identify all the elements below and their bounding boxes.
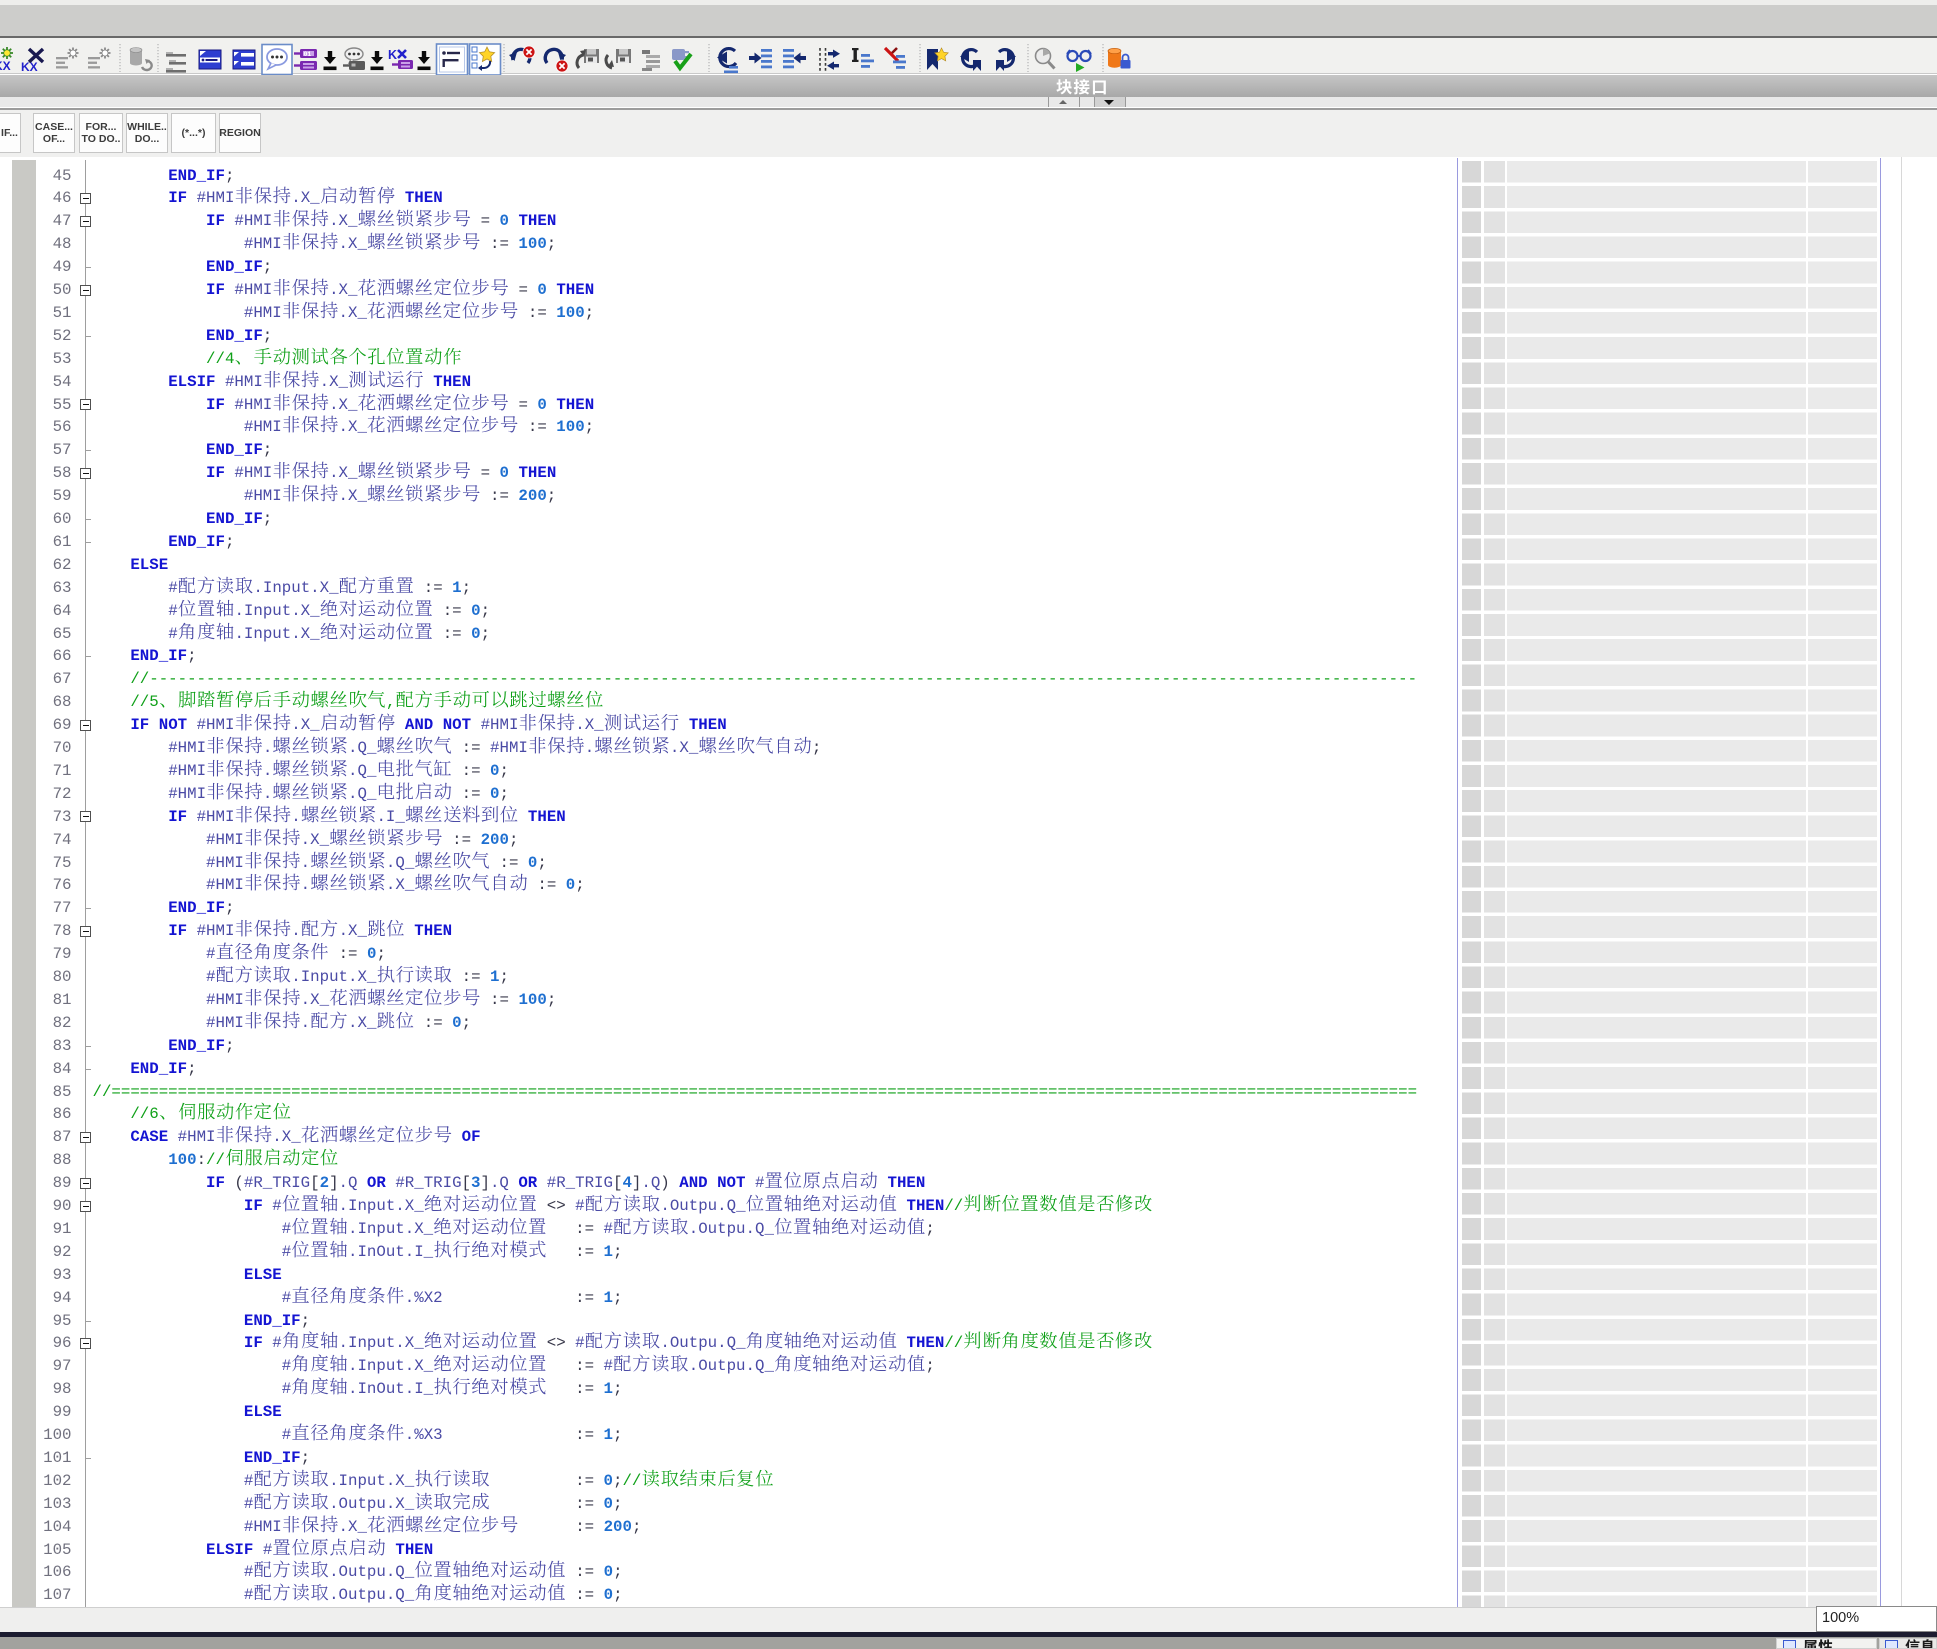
svg-text:KX: KX [0, 59, 11, 73]
svg-text:K: K [388, 48, 397, 62]
svg-text:01: 01 [304, 51, 312, 58]
